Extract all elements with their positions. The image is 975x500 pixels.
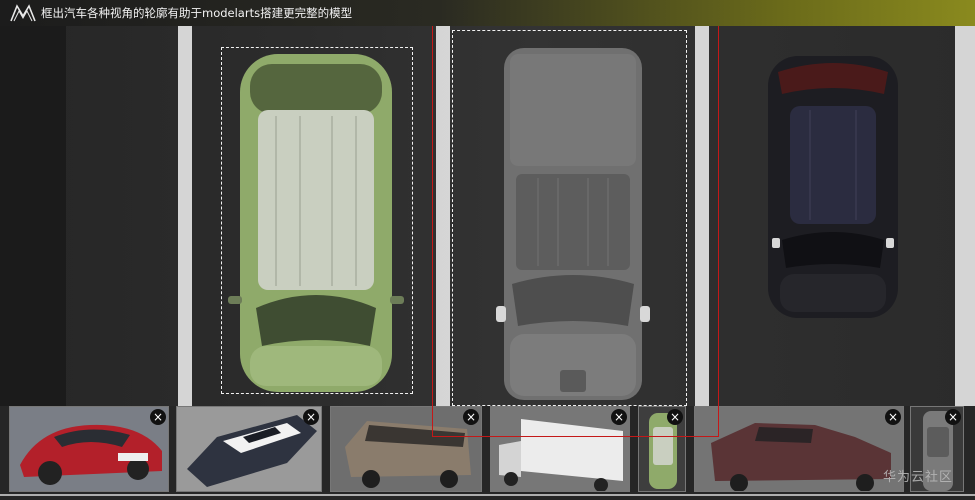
pickup-truck-image [695,407,903,491]
selection-box[interactable] [221,47,413,394]
left-shadow [0,26,66,406]
close-icon[interactable]: × [303,409,319,425]
highlight-rectangle[interactable] [432,20,719,437]
lane-stripe [955,26,975,406]
page-title: 框出汽车各种视角的轮廓有助于modelarts搭建更完整的模型 [41,6,353,20]
red-sports-car-image [10,407,168,491]
close-icon[interactable]: × [150,409,166,425]
close-icon[interactable]: × [885,409,901,425]
close-icon[interactable]: × [945,409,961,425]
thumbnail[interactable]: × [694,406,904,492]
divider [0,494,975,496]
watermark: 华为云社区 [883,470,954,485]
lane-stripe [178,26,192,406]
black-suv [768,56,898,318]
modelarts-logo-icon [10,4,36,22]
header-bar: 框出汽车各种视角的轮廓有助于modelarts搭建更完整的模型 [0,0,975,26]
thumbnail[interactable]: × [176,406,322,492]
thumbnail[interactable]: × [9,406,169,492]
police-car-image [177,407,321,491]
